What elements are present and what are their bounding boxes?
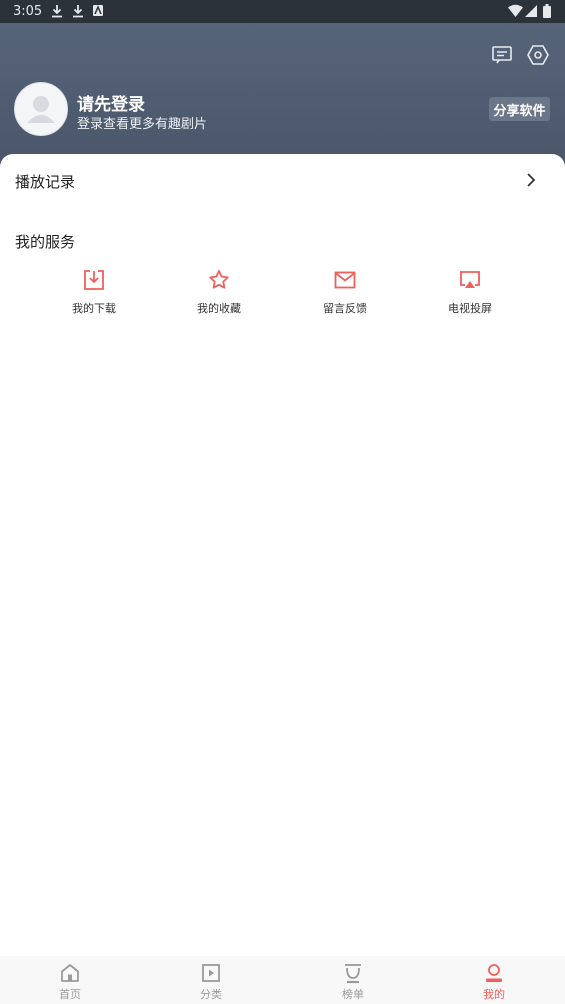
ranking-icon — [345, 964, 361, 984]
status-bar: 3:05 — [0, 0, 565, 23]
category-icon — [202, 964, 220, 982]
services-title: 我的服务 — [15, 233, 76, 251]
service-tv-cast-label: 电视投屏 — [448, 302, 492, 315]
download-icon — [84, 270, 104, 290]
app-notification-icon — [93, 5, 103, 16]
tab-category-label: 分类 — [200, 988, 222, 1001]
play-history-row[interactable]: 播放记录 — [0, 154, 565, 206]
service-tv-cast[interactable]: 电视投屏 — [415, 268, 525, 326]
main-content: 播放记录 我的服务 我的下载 我的收藏 留言反馈 电视投屏 — [0, 154, 565, 956]
service-favorites[interactable]: 我的收藏 — [164, 268, 274, 326]
settings-icon[interactable] — [526, 43, 550, 67]
play-history-label: 播放记录 — [15, 173, 76, 191]
service-feedback-label: 留言反馈 — [323, 302, 367, 315]
tab-home[interactable]: 首页 — [30, 956, 110, 1004]
tab-category[interactable]: 分类 — [171, 956, 251, 1004]
service-favorites-label: 我的收藏 — [197, 302, 241, 315]
profile-header: 请先登录 登录查看更多有趣剧片 分享软件 — [0, 23, 565, 173]
tab-profile[interactable]: 我的 — [454, 956, 534, 1004]
mail-icon — [334, 271, 356, 289]
share-app-button[interactable]: 分享软件 — [489, 97, 550, 121]
battery-icon — [543, 4, 551, 18]
download-notification-icon — [73, 5, 83, 18]
service-download[interactable]: 我的下载 — [39, 268, 149, 326]
service-download-label: 我的下载 — [72, 302, 116, 315]
avatar[interactable] — [14, 82, 68, 136]
download-notification-icon — [52, 5, 62, 18]
tab-profile-label: 我的 — [483, 988, 505, 1001]
signal-icon — [525, 5, 537, 17]
chevron-right-icon — [527, 173, 536, 187]
service-feedback[interactable]: 留言反馈 — [290, 268, 400, 326]
tab-ranking-label: 榜单 — [342, 988, 364, 1001]
wifi-icon — [508, 4, 523, 17]
star-icon — [209, 270, 229, 289]
default-avatar-icon — [27, 96, 55, 123]
tab-home-label: 首页 — [59, 988, 81, 1001]
login-prompt-title[interactable]: 请先登录 — [77, 90, 145, 115]
cast-icon — [460, 271, 480, 288]
profile-icon — [486, 964, 502, 982]
home-icon — [61, 964, 79, 982]
message-icon[interactable] — [490, 43, 514, 67]
tab-ranking[interactable]: 榜单 — [313, 956, 393, 1004]
bottom-tab-bar: 首页 分类 榜单 我的 — [0, 956, 565, 1004]
login-prompt-subtitle: 登录查看更多有趣剧片 — [77, 117, 208, 132]
status-time: 3:05 — [13, 4, 43, 19]
